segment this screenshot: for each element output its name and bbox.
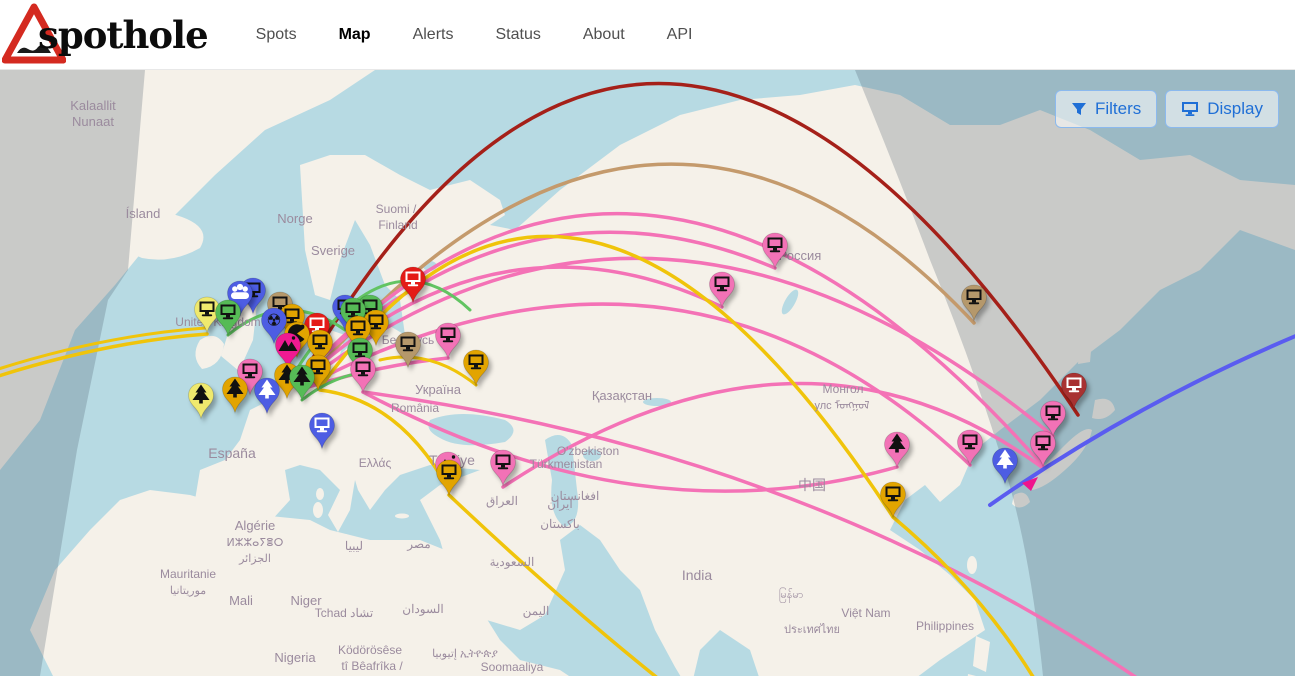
map-place-label: España: [208, 445, 256, 461]
top-navigation-bar: spothole Spots Map Alerts Status About API: [0, 0, 1295, 70]
map-place-label: Suomi /: [376, 202, 417, 216]
map-marker-monitor[interactable]: [433, 321, 463, 361]
map-place-label: tî Bêafrîka /: [341, 659, 403, 673]
filters-button-label: Filters: [1095, 99, 1141, 119]
map-marker-monitor[interactable]: [878, 480, 908, 520]
map-place-label: Algérie: [235, 518, 275, 533]
map-place-label: العراق: [486, 494, 518, 508]
map-marker-monitor[interactable]: [348, 355, 378, 395]
map-place-label: ประเทศไทย: [784, 623, 840, 636]
logo[interactable]: spothole: [2, 0, 208, 70]
map-place-label: مصر: [406, 537, 430, 551]
map-place-label: Mali: [229, 593, 253, 608]
map-place-label: Қазақстан: [592, 388, 652, 403]
map-place-label: Монгол: [823, 382, 864, 396]
map-marker-monitor[interactable]: [760, 231, 790, 271]
map-marker-tree[interactable]: [287, 363, 317, 403]
filters-button[interactable]: Filters: [1055, 90, 1157, 128]
map-place-label: Finland: [378, 218, 417, 232]
map-place-label: Tchad تشاد: [315, 606, 373, 620]
map-controls: Filters Display: [1055, 90, 1279, 128]
map-place-label: Soomaaliya: [481, 660, 544, 674]
map-place-label: Mauritanie: [160, 567, 216, 581]
map-place-label: اليمن: [523, 604, 550, 618]
display-monitor-icon: [1181, 101, 1199, 117]
map-place-label: Norge: [277, 211, 312, 226]
map-marker-monitor[interactable]: [955, 428, 985, 468]
map-place-label: 中国: [798, 477, 826, 493]
map-marker-monitor[interactable]: [707, 270, 737, 310]
map-marker-tree[interactable]: [990, 446, 1020, 486]
map-place-label: ⵍⵣⵣⴰⵢⴻⵔ: [227, 537, 284, 549]
map-place-label: Nunaat: [72, 114, 114, 129]
map-place-label: باكستان: [540, 517, 580, 531]
filter-funnel-icon: [1071, 101, 1087, 117]
map-place-label: România: [391, 401, 439, 415]
map-marker-tree[interactable]: [220, 375, 250, 415]
nav-item-api[interactable]: API: [667, 26, 693, 44]
nav-item-about[interactable]: About: [583, 26, 625, 44]
display-button[interactable]: Display: [1165, 90, 1279, 128]
map-place-label: إتيوبيا ኢትዮጵያ: [432, 648, 498, 660]
map-place-label: Ísland: [126, 206, 161, 221]
map-place-label: Ελλάς: [359, 456, 392, 470]
map-place-label: Kalaallit: [70, 98, 116, 113]
map-place-label: Sverige: [311, 243, 355, 258]
map-marker-tree[interactable]: [186, 381, 216, 421]
map-marker-monitor[interactable]: [461, 348, 491, 388]
map-place-label: Việt Nam: [841, 606, 890, 620]
map-marker-monitor[interactable]: [213, 298, 243, 338]
map-place-label: السودان: [402, 602, 443, 616]
nav-item-map[interactable]: Map: [339, 26, 371, 44]
map-marker-monitor[interactable]: [488, 448, 518, 488]
map-place-label: Nigeria: [274, 650, 316, 665]
map[interactable]: KalaallitNunaat Ísland Norge Sverige Suomi /…: [0, 70, 1295, 676]
main-nav: Spots Map Alerts Status About API: [256, 26, 693, 44]
svg-text:☢: ☢: [266, 311, 281, 331]
nav-item-status[interactable]: Status: [495, 26, 540, 44]
display-button-label: Display: [1207, 99, 1263, 119]
map-marker-monitor[interactable]: [398, 265, 428, 305]
map-marker-monitor[interactable]: [959, 283, 989, 323]
map-place-label: Україна: [415, 382, 462, 397]
map-place-label: မြန်မာ: [779, 587, 804, 603]
map-marker-monitor[interactable]: [307, 411, 337, 451]
map-place-label: موريتانيا: [170, 585, 206, 597]
nav-item-spots[interactable]: Spots: [256, 26, 297, 44]
map-place-label: India: [682, 567, 713, 583]
map-marker-tree[interactable]: [252, 376, 282, 416]
map-place-label: Philippines: [916, 619, 974, 633]
map-place-label: الجزائر: [238, 553, 271, 565]
map-marker-monitor[interactable]: [1028, 429, 1058, 469]
map-place-label: Türkmenistan: [530, 457, 603, 471]
logo-text: spothole: [38, 13, 208, 57]
map-place-label: السعودية: [490, 555, 535, 569]
map-canvas: KalaallitNunaat Ísland Norge Sverige Suomi /…: [0, 70, 1295, 676]
map-place-label: ليبيا: [345, 539, 363, 553]
map-place-label: O'zbekiston: [557, 444, 619, 458]
map-marker-monitor[interactable]: [434, 458, 464, 498]
map-marker-monitor[interactable]: [393, 330, 423, 370]
map-marker-tree[interactable]: [882, 430, 912, 470]
map-place-label: Ködörösêse: [338, 643, 402, 657]
nav-item-alerts[interactable]: Alerts: [413, 26, 454, 44]
map-place-label: улс ᠮᠣᠩᠭᠣᠯ: [814, 399, 869, 412]
map-place-label: افغانستان: [551, 489, 600, 503]
